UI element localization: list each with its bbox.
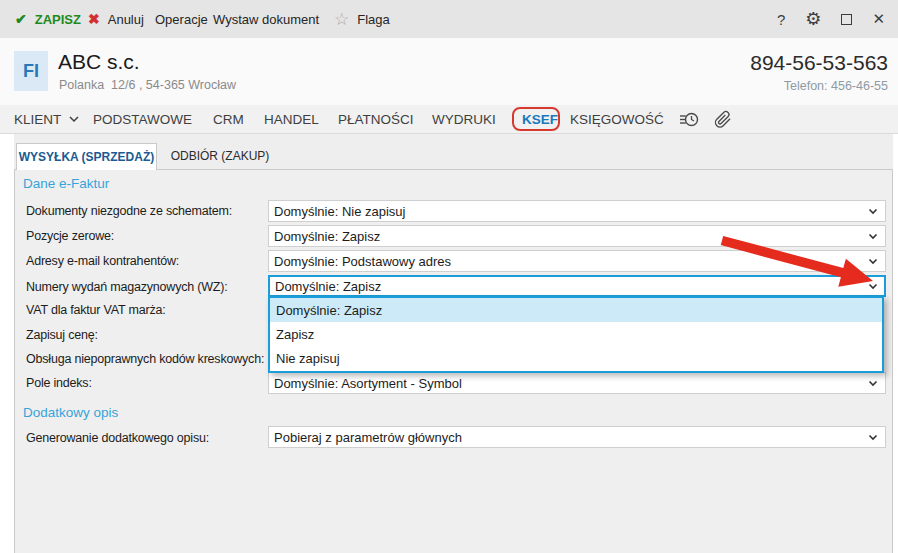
tab-wydruki[interactable]: WYDRUKI — [432, 105, 496, 133]
issue-document-label: Wystaw dokument — [213, 12, 319, 27]
chevron-down-icon — [868, 380, 878, 387]
dropdown-option-2[interactable]: Nie zapisuj — [270, 346, 882, 370]
tab-klient[interactable]: KLIENT — [14, 105, 80, 133]
row-label-4: VAT dla faktur VAT marża: — [26, 303, 166, 317]
section-dane-efaktur: Dane e-Faktur — [23, 176, 109, 191]
toolbar: ✔ ZAPISZ ✖ Anuluj Operacje Wystaw dokume… — [0, 0, 898, 38]
ksef-highlight-annotation — [512, 107, 560, 131]
ksef-settings-panel: Dane e-Faktur Dokumenty niezgodne ze sch… — [14, 169, 893, 553]
combo-numery-wydan[interactable]: Domyślnie: Zapisz — [268, 275, 886, 297]
subtab-wysylka[interactable]: WYSYŁKA (SPRZEDAŻ) — [16, 143, 157, 170]
row-label-0: Dokumenty niezgodne ze schematem: — [26, 204, 232, 218]
tab-podstawowe[interactable]: PODSTAWOWE — [93, 105, 192, 133]
row-label-7: Pole indeks: — [26, 376, 92, 390]
phone-number: Telefon: 456-46-55 — [784, 79, 888, 93]
combo-pole-indeks[interactable]: Domyślnie: Asortyment - Symbol — [268, 372, 886, 394]
company-address: Polanka 12/6 , 54-365 Wrocław — [59, 78, 236, 92]
header: FI ABC s.c. Polanka 12/6 , 54-365 Wrocła… — [0, 38, 898, 105]
combo-generowanie-opisu[interactable]: Pobieraj z parametrów głównych — [268, 426, 886, 448]
star-icon: ☆ — [334, 9, 349, 30]
company-name: ABC s.c. — [58, 50, 140, 74]
issue-document-button[interactable]: Wystaw dokument — [213, 0, 319, 38]
cancel-button[interactable]: ✖ Anuluj — [88, 0, 144, 38]
row-label-1: Pozycje zerowe: — [26, 229, 114, 243]
operations-button[interactable]: Operacje — [155, 0, 208, 38]
x-icon: ✖ — [88, 11, 100, 27]
section-dodatkowy-opis: Dodatkowy opis — [23, 405, 118, 420]
close-button[interactable]: ✕ — [872, 10, 885, 28]
row-label-5: Zapisuj cenę: — [26, 328, 98, 342]
paperclip-icon[interactable] — [714, 110, 732, 129]
operations-label: Operacje — [155, 12, 208, 27]
dropdown-option-0[interactable]: Domyślnie: Zapisz — [270, 298, 882, 322]
tax-id: 894-56-53-563 — [750, 51, 888, 75]
save-label: ZAPISZ — [35, 12, 81, 27]
combo-pozycje-zerowe[interactable]: Domyślnie: Zapisz — [268, 225, 886, 247]
cancel-label: Anuluj — [108, 12, 144, 27]
tab-bar: KLIENT PODSTAWOWE CRM HANDEL PŁATNOŚCI W… — [0, 105, 898, 134]
subtab-odbior[interactable]: ODBIÓR (ZAKUP) — [162, 143, 278, 169]
flag-label: Flaga — [357, 12, 390, 27]
tab-handel[interactable]: HANDEL — [264, 105, 319, 133]
row-label-3: Numery wydań magazynowych (WZ): — [26, 280, 228, 294]
avatar: FI — [14, 51, 48, 91]
maximize-button[interactable] — [841, 14, 852, 25]
row-label-2: Adresy e-mail kontrahentów: — [26, 254, 179, 268]
chevron-down-icon — [868, 258, 878, 265]
row-label-6: Obsługa niepoprawnych kodów kreskowych: — [26, 352, 264, 366]
row-label-generowanie: Generowanie dodatkowego opisu: — [26, 431, 209, 445]
check-icon: ✔ — [15, 11, 27, 27]
tab-ksiegowosc[interactable]: KSIĘGOWOŚĆ — [570, 105, 664, 133]
chevron-down-icon — [868, 233, 878, 240]
chevron-down-icon — [868, 283, 878, 290]
help-button[interactable]: ? — [777, 11, 785, 28]
tab-crm[interactable]: CRM — [213, 105, 244, 133]
chevron-down-icon — [868, 434, 878, 441]
history-icon[interactable] — [679, 110, 699, 129]
save-button[interactable]: ✔ ZAPISZ — [15, 0, 81, 38]
chevron-down-icon — [68, 115, 80, 123]
dropdown-list: Domyślnie: Zapisz Zapisz Nie zapisuj — [268, 296, 884, 373]
combo-dokumenty-niezgodne[interactable]: Domyślnie: Nie zapisuj — [268, 200, 886, 222]
chevron-down-icon — [868, 208, 878, 215]
tab-platnosci[interactable]: PŁATNOŚCI — [338, 105, 414, 133]
flag-button[interactable]: ☆ Flaga — [334, 0, 390, 38]
dropdown-option-1[interactable]: Zapisz — [270, 322, 882, 346]
combo-adresy-email[interactable]: Domyślnie: Podstawowy adres — [268, 250, 886, 272]
gear-icon[interactable]: ⚙ — [805, 8, 821, 30]
